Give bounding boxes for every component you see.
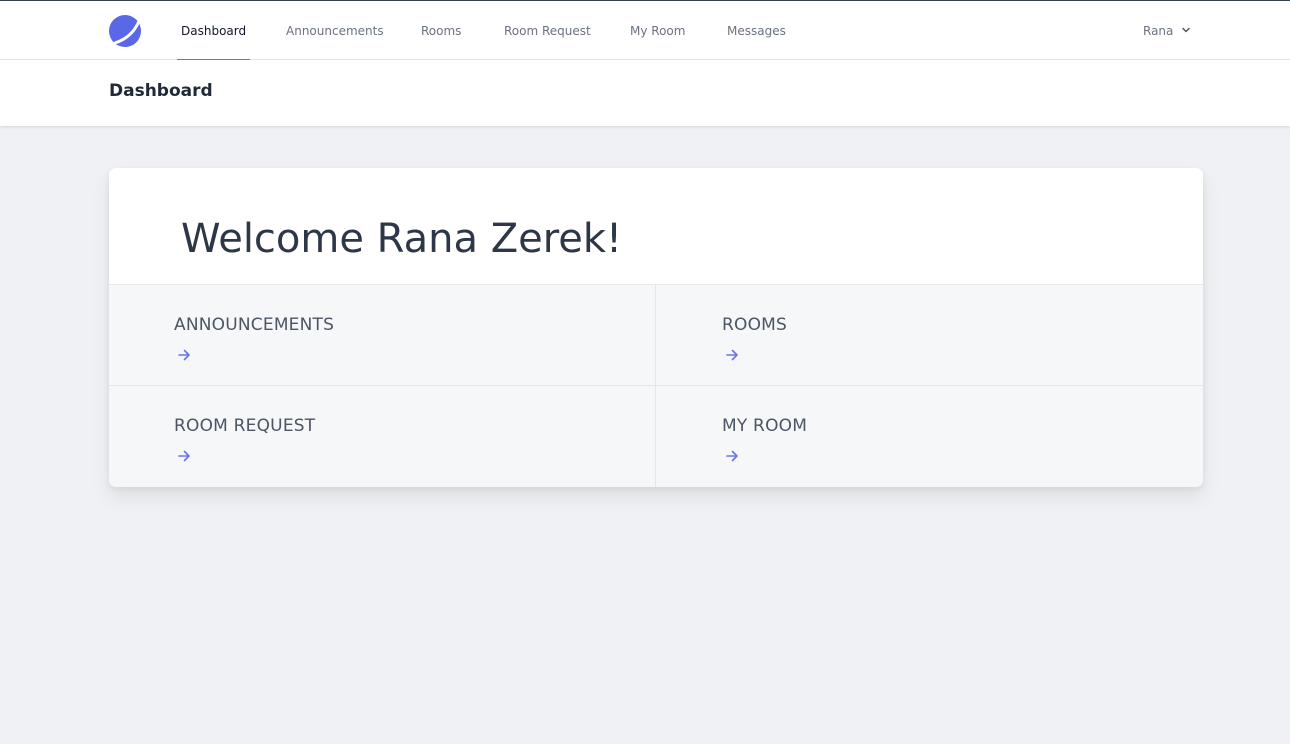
tile-announcements[interactable]: ANNOUNCEMENTS [109,285,656,386]
arrow-right-icon[interactable] [177,348,191,362]
nav-dashboard[interactable]: Dashboard [176,1,251,61]
welcome-card: Welcome Rana Zerek! ANNOUNCEMENTS ROOMS … [109,168,1203,487]
nav-rooms[interactable]: Rooms [421,1,461,60]
nav-messages[interactable]: Messages [727,1,786,60]
quick-links-grid: ANNOUNCEMENTS ROOMS ROOM REQUEST MY ROOM [109,284,1203,487]
chevron-down-icon [1182,27,1190,33]
tile-label: ROOM REQUEST [174,416,316,436]
tile-label: ANNOUNCEMENTS [174,315,335,335]
page-title: Dashboard [109,81,213,101]
tile-my-room[interactable]: MY ROOM [656,386,1203,487]
arrow-right-icon[interactable] [725,449,739,463]
welcome-heading: Welcome Rana Zerek! [181,216,623,262]
tile-rooms[interactable]: ROOMS [656,285,1203,386]
top-navbar: Dashboard Announcements Rooms Room Reque… [0,0,1290,61]
arrow-right-icon[interactable] [725,348,739,362]
tile-label: MY ROOM [722,416,808,436]
user-menu[interactable]: Rana [1143,1,1190,60]
nav-announcements[interactable]: Announcements [286,1,384,60]
arrow-right-icon[interactable] [177,449,191,463]
tile-label: ROOMS [722,315,788,335]
user-menu-label: Rana [1143,24,1174,38]
page-header: Dashboard [0,60,1290,126]
nav-my-room[interactable]: My Room [630,1,685,60]
tile-room-request[interactable]: ROOM REQUEST [109,386,656,487]
nav-room-request[interactable]: Room Request [504,1,591,60]
crescent-logo-icon[interactable] [109,15,141,47]
